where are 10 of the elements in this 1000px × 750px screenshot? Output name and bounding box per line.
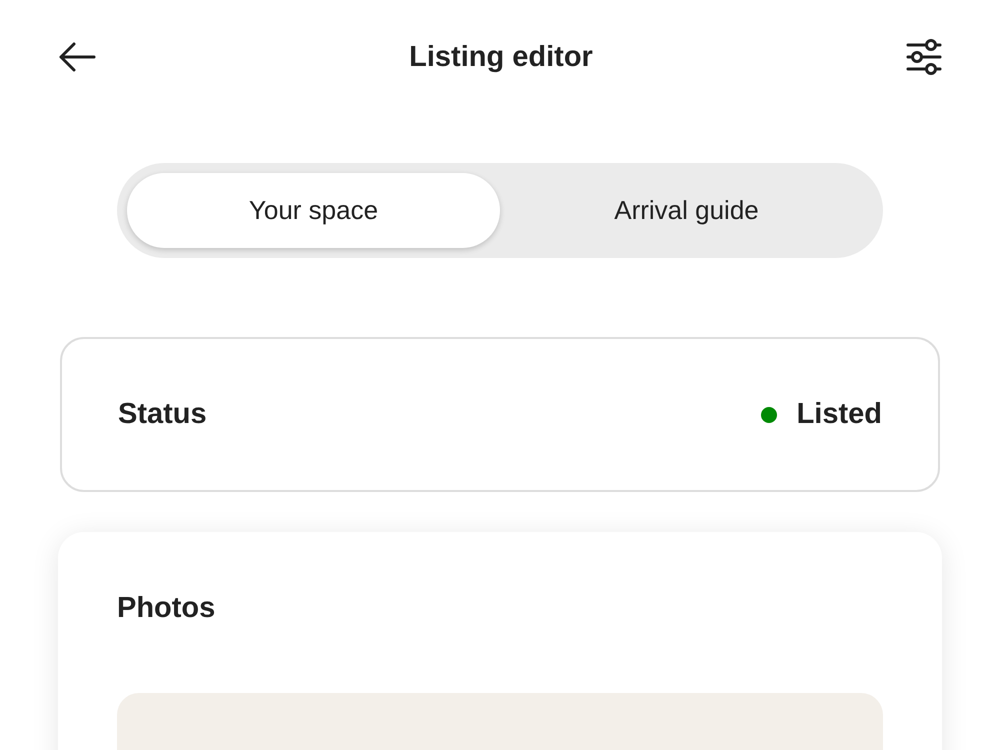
settings-sliders-icon[interactable] bbox=[906, 38, 942, 76]
back-arrow-icon[interactable] bbox=[58, 42, 96, 72]
page-title: Listing editor bbox=[409, 40, 593, 74]
status-card[interactable]: Status Listed bbox=[60, 337, 940, 492]
status-value: Listed bbox=[796, 398, 882, 431]
status-label: Status bbox=[118, 398, 207, 431]
photos-title: Photos bbox=[117, 592, 216, 625]
photos-card[interactable]: Photos bbox=[58, 532, 942, 750]
tab[interactable]: Arrival guide bbox=[500, 173, 873, 248]
tab[interactable]: Your space bbox=[127, 173, 500, 248]
